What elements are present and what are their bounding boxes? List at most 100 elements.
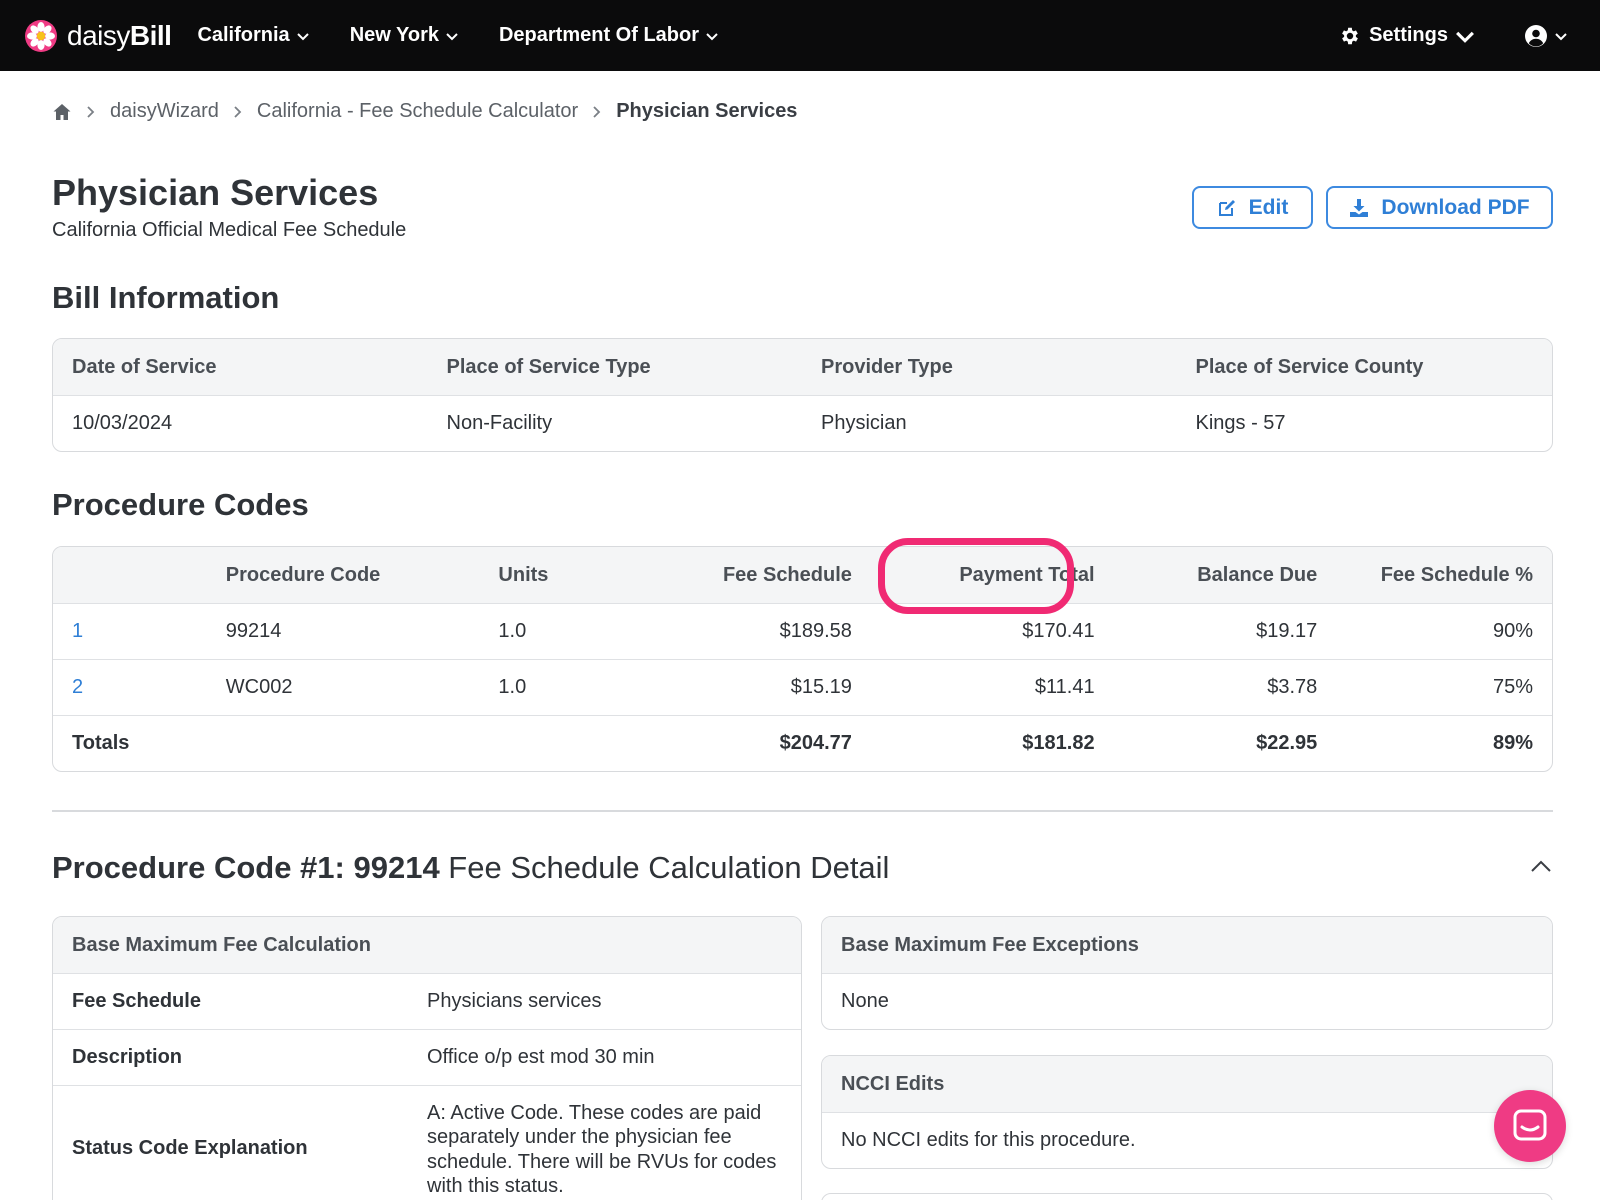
home-link[interactable] [52, 102, 72, 122]
detail-value: Physicians services [427, 990, 602, 1012]
card-body: No NCCI edits for this procedure. [822, 1112, 1552, 1168]
column-header: Procedure Code [225, 563, 381, 586]
additional-detail-card [821, 1193, 1553, 1200]
card-header: Base Maximum Fee Calculation [53, 917, 801, 973]
detail-key: Description [72, 1046, 183, 1068]
detail-key: Status Code Explanation [72, 1137, 308, 1159]
totals-row: Totals $204.77 $181.82 $22.95 89% [53, 715, 1552, 771]
card-header: Base Maximum Fee Exceptions [822, 917, 1552, 973]
chevron-up-icon[interactable] [1529, 858, 1553, 874]
download-icon [1350, 198, 1369, 217]
table-header-row: Procedure Code Units Fee Schedule Paymen… [53, 547, 1552, 603]
total-fee-schedule-percent: 89% [1492, 732, 1533, 754]
column-header: Balance Due [1197, 563, 1318, 586]
download-pdf-label: Download PDF [1381, 195, 1530, 219]
detail-value: A: Active Code. These codes are paid sep… [427, 1101, 777, 1198]
brand-logo[interactable]: daisyBill [24, 19, 172, 53]
card-header: NCCI Edits [822, 1056, 1552, 1112]
chevron-right-icon [593, 105, 601, 118]
base-maximum-fee-calculation-card: Base Maximum Fee Calculation Fee Schedul… [52, 916, 802, 1200]
chevron-down-icon [1555, 32, 1567, 40]
breadcrumb-current: Physician Services [616, 100, 798, 122]
chevron-right-icon [234, 105, 242, 118]
units-cell: 1.0 [498, 676, 527, 698]
base-maximum-fee-exceptions-card: Base Maximum Fee Exceptions None [821, 916, 1553, 1030]
column-header-payment-total: Payment Total [959, 563, 1095, 586]
page-title: Physician Services [52, 172, 379, 213]
total-balance-due: $22.95 [1256, 732, 1318, 754]
fee-schedule-percent-cell: 90% [1492, 620, 1533, 642]
nav-new-york[interactable]: New York [350, 24, 459, 47]
nav-department-of-labor[interactable]: Department Of Labor [499, 24, 719, 47]
nav-california[interactable]: California [197, 24, 309, 47]
procedure-code-cell: WC002 [225, 676, 293, 698]
procedure-detail-heading-rest: Fee Schedule Calculation Detail [439, 850, 890, 885]
procedure-index-link[interactable]: 1 [53, 620, 207, 643]
chevron-down-icon [706, 32, 718, 40]
totals-label: Totals [72, 732, 130, 754]
table-row: 10/03/2024 Non-Facility Physician Kings … [53, 395, 1552, 451]
fee-schedule-percent-cell: 75% [1492, 676, 1533, 698]
section-divider [52, 810, 1553, 812]
user-avatar-icon [1525, 24, 1547, 47]
breadcrumb-fee-calculator[interactable]: California - Fee Schedule Calculator [257, 100, 578, 123]
daisy-flower-icon [25, 19, 57, 52]
procedure-code-cell: 99214 [225, 620, 282, 642]
edit-icon [1218, 199, 1235, 216]
edit-button[interactable]: Edit [1192, 186, 1313, 229]
nav-new-york-label: New York [349, 24, 439, 46]
procedure-detail-heading-bold: Procedure Code #1: 99214 [52, 850, 440, 885]
place-of-service-county-value: Kings - 57 [1195, 412, 1286, 434]
total-payment: $181.82 [1022, 732, 1095, 754]
table-row: 1 99214 1.0 $189.58 $170.41 $19.17 90% [53, 603, 1552, 659]
detail-row: Description Office o/p est mod 30 min [53, 1029, 801, 1085]
column-header: Provider Type [821, 355, 953, 378]
page-subtitle: California Official Medical Fee Schedule [52, 219, 407, 241]
balance-due-cell: $3.78 [1267, 676, 1318, 698]
chevron-down-icon [296, 32, 309, 40]
date-of-service-value: 10/03/2024 [72, 412, 173, 434]
bill-information-table: Date of Service Place of Service Type Pr… [52, 338, 1553, 452]
column-header: Fee Schedule % [1380, 563, 1533, 586]
breadcrumb: daisyWizard California - Fee Schedule Ca… [52, 100, 797, 123]
detail-value: Office o/p est mod 30 min [427, 1046, 655, 1068]
fee-schedule-cell: $189.58 [779, 620, 852, 642]
nav-dol-label: Department Of Labor [498, 24, 700, 46]
card-body: None [822, 973, 1552, 1029]
procedure-index-link[interactable]: 2 [53, 676, 207, 699]
column-header: Fee Schedule [722, 563, 852, 586]
settings-label: Settings [1369, 24, 1448, 46]
procedure-detail-heading: Procedure Code #1: 99214 Fee Schedule Ca… [52, 850, 889, 886]
procedure-codes-table: Procedure Code Units Fee Schedule Paymen… [52, 546, 1553, 772]
table-row: 2 WC002 1.0 $15.19 $11.41 $3.78 75% [53, 659, 1552, 715]
detail-row: Fee Schedule Physicians services [53, 973, 801, 1029]
procedure-codes-heading: Procedure Codes [52, 487, 309, 522]
brand-name: daisyBill [67, 19, 172, 51]
fee-schedule-cell: $15.19 [790, 676, 852, 698]
top-navbar: daisyBill California New York Department… [0, 0, 1600, 71]
column-header: Place of Service Type [446, 355, 651, 378]
chevron-right-icon [87, 105, 95, 118]
settings-menu[interactable]: Settings [1339, 24, 1484, 47]
chat-button[interactable] [1494, 1090, 1566, 1162]
ncci-edits-card: NCCI Edits No NCCI edits for this proced… [821, 1055, 1553, 1169]
edit-button-label: Edit [1248, 195, 1289, 219]
breadcrumb-daisywizard[interactable]: daisyWizard [110, 100, 219, 123]
payment-total-cell: $170.41 [1022, 620, 1095, 642]
total-fee-schedule: $204.77 [779, 732, 852, 754]
column-header: Place of Service County [1195, 355, 1424, 378]
user-menu[interactable] [1524, 24, 1568, 48]
table-header-row: Date of Service Place of Service Type Pr… [53, 339, 1552, 395]
chevron-down-icon [446, 32, 458, 40]
nav-california-label: California [197, 24, 290, 46]
bill-information-heading: Bill Information [52, 280, 280, 315]
column-header: Date of Service [72, 355, 217, 378]
detail-key: Fee Schedule [72, 990, 201, 1012]
provider-type-value: Physician [821, 412, 907, 434]
download-pdf-button[interactable]: Download PDF [1326, 186, 1553, 229]
balance-due-cell: $19.17 [1256, 620, 1318, 642]
payment-total-cell: $11.41 [1034, 676, 1095, 698]
chat-icon [1513, 1109, 1547, 1141]
chevron-down-icon [1456, 31, 1474, 43]
detail-row: Status Code Explanation A: Active Code. … [53, 1085, 801, 1200]
